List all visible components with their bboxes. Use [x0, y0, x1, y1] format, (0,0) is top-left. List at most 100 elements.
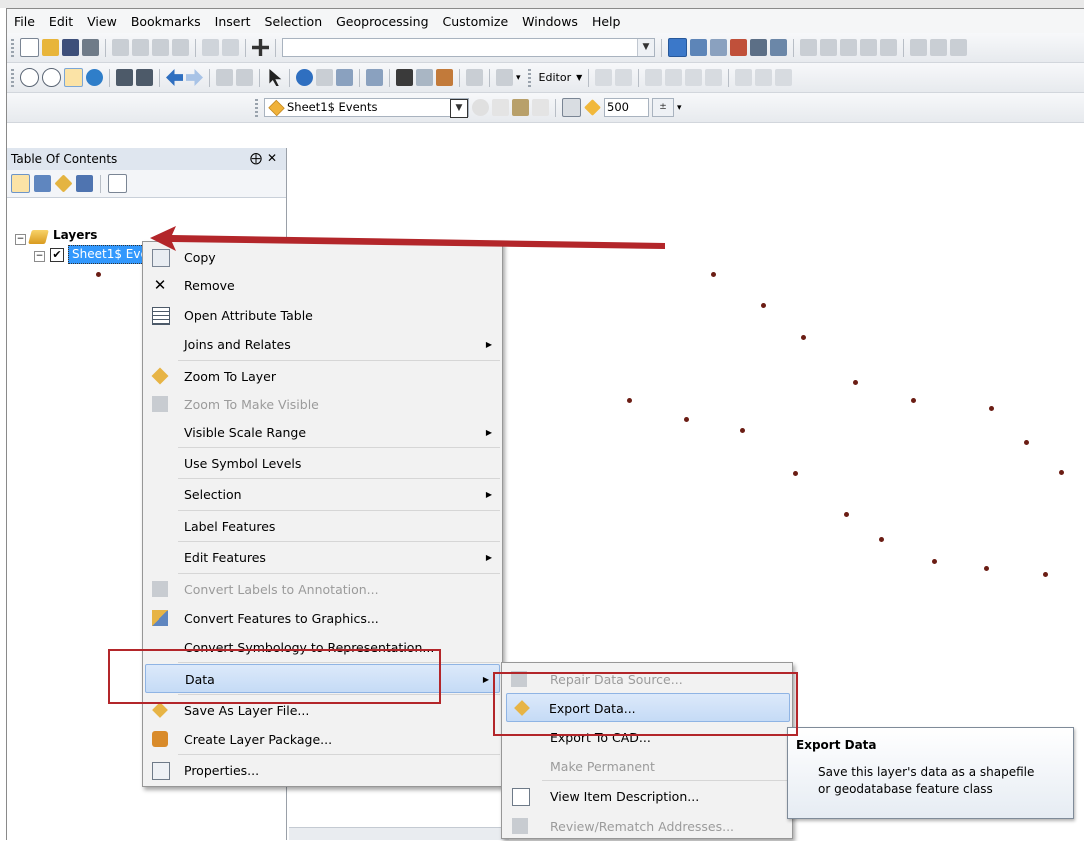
menu-bookmarks[interactable]: Bookmarks: [124, 14, 208, 29]
layout-tool3-icon[interactable]: [860, 39, 877, 56]
layers-root-label[interactable]: Layers: [53, 228, 97, 242]
clear-selection-icon[interactable]: [236, 69, 253, 86]
fixed-zoom-in-icon[interactable]: [116, 69, 133, 86]
flicker-icon[interactable]: [532, 99, 549, 116]
swipe-icon[interactable]: [512, 99, 529, 116]
select-elements-icon[interactable]: [269, 69, 282, 86]
menu-item-visible-scale-range[interactable]: Visible Scale Range ▶: [143, 418, 502, 447]
time-slider-icon[interactable]: [466, 69, 483, 86]
redo-icon[interactable]: [222, 39, 239, 56]
model-builder-icon[interactable]: [800, 39, 817, 56]
menu-customize[interactable]: Customize: [436, 14, 516, 29]
trace-icon[interactable]: [685, 69, 703, 86]
scale-spinner[interactable]: ±: [652, 98, 674, 117]
pin-icon[interactable]: ⨁: [250, 151, 262, 165]
layout-tool4-icon[interactable]: [880, 39, 897, 56]
close-icon[interactable]: ✕: [267, 151, 277, 165]
toolbar-grip[interactable]: [11, 68, 14, 87]
menu-item-open-attribute-table[interactable]: Open Attribute Table: [143, 301, 502, 330]
undo-icon[interactable]: [202, 39, 219, 56]
straight-segment-icon[interactable]: [645, 69, 663, 86]
python-icon[interactable]: [770, 39, 787, 56]
menu-selection[interactable]: Selection: [258, 14, 330, 29]
collapse-layers-icon[interactable]: −: [15, 234, 26, 245]
back-icon[interactable]: [166, 69, 183, 86]
contrast-icon[interactable]: [472, 99, 489, 116]
toc-options-icon[interactable]: [108, 174, 127, 193]
save-icon[interactable]: [62, 39, 79, 56]
layer-combo[interactable]: Sheet1$ Events ▼: [264, 98, 469, 118]
layout-tool2-icon[interactable]: [840, 39, 857, 56]
menu-help[interactable]: Help: [585, 14, 628, 29]
toolbar-grip[interactable]: [11, 38, 14, 57]
edit-annotation-icon[interactable]: [615, 69, 633, 86]
print-icon[interactable]: [82, 39, 99, 56]
zoom-in-icon[interactable]: [20, 68, 39, 87]
new-document-icon[interactable]: [20, 38, 39, 57]
brightness-icon[interactable]: [492, 99, 509, 116]
menu-item-view-item-description[interactable]: View Item Description...: [502, 782, 792, 811]
scale-combo[interactable]: ▼: [282, 38, 655, 57]
list-by-visibility-icon[interactable]: [54, 174, 73, 193]
menu-item-zoom-to-layer[interactable]: Zoom To Layer: [143, 362, 502, 391]
editor-toolbar-icon[interactable]: [668, 38, 687, 57]
hyperlink-icon[interactable]: [316, 69, 333, 86]
cut-polygons-icon[interactable]: [775, 69, 793, 86]
menu-item-use-symbol-levels[interactable]: Use Symbol Levels: [143, 449, 502, 478]
menu-file[interactable]: File: [7, 14, 42, 29]
layer-visibility-checkbox[interactable]: ✔: [50, 248, 64, 262]
menu-item-remove[interactable]: ✕ Remove: [143, 271, 502, 300]
zoom-out-icon[interactable]: [42, 68, 61, 87]
go-to-xy-icon[interactable]: [436, 69, 453, 86]
edit-tool-icon[interactable]: [595, 69, 613, 86]
menu-edit[interactable]: Edit: [42, 14, 80, 29]
layout-tool5-icon[interactable]: [910, 39, 927, 56]
scale-input-icon[interactable]: [562, 98, 581, 117]
find-icon[interactable]: [396, 69, 413, 86]
identify-icon[interactable]: [296, 69, 313, 86]
reference-scale-icon[interactable]: [584, 99, 601, 116]
editor-dropdown-icon[interactable]: ▼: [576, 73, 582, 82]
menu-item-create-layer-package[interactable]: Create Layer Package...: [143, 725, 502, 754]
measure-icon[interactable]: [366, 69, 383, 86]
select-features-icon[interactable]: [216, 69, 233, 86]
menu-view[interactable]: View: [80, 14, 124, 29]
viewer-icon[interactable]: [496, 69, 513, 86]
layout-tool-icon[interactable]: [820, 39, 837, 56]
list-by-drawing-order-icon[interactable]: [11, 174, 30, 193]
end-point-arc-icon[interactable]: [665, 69, 683, 86]
fixed-zoom-out-icon[interactable]: [136, 69, 153, 86]
menu-insert[interactable]: Insert: [208, 14, 258, 29]
forward-icon[interactable]: [186, 69, 203, 86]
table-of-contents-icon[interactable]: [690, 39, 707, 56]
menu-item-properties[interactable]: Properties...: [143, 756, 502, 785]
cut-icon[interactable]: [112, 39, 129, 56]
menu-windows[interactable]: Windows: [515, 14, 585, 29]
edit-vertices-icon[interactable]: [735, 69, 753, 86]
layout-tool6-icon[interactable]: [930, 39, 947, 56]
menu-item-selection[interactable]: Selection ▶: [143, 480, 502, 509]
arctoolbox-icon[interactable]: [750, 39, 767, 56]
html-popup-icon[interactable]: [336, 69, 353, 86]
menu-geoprocessing[interactable]: Geoprocessing: [329, 14, 435, 29]
find-route-icon[interactable]: [416, 69, 433, 86]
catalog-icon[interactable]: [710, 39, 727, 56]
menu-item-edit-features[interactable]: Edit Features ▶: [143, 543, 502, 572]
delete-icon[interactable]: [172, 39, 189, 56]
menu-item-convert-features-to-graphics[interactable]: Convert Features to Graphics...: [143, 604, 502, 633]
point-icon[interactable]: [705, 69, 723, 86]
menu-item-label-features[interactable]: Label Features: [143, 512, 502, 541]
list-by-source-icon[interactable]: [34, 175, 51, 192]
paste-icon[interactable]: [152, 39, 169, 56]
layout-tool7-icon[interactable]: [950, 39, 967, 56]
copy-toolbar-icon[interactable]: [132, 39, 149, 56]
menu-item-joins-and-relates[interactable]: Joins and Relates ▶: [143, 330, 502, 359]
open-folder-icon[interactable]: [42, 39, 59, 56]
pan-icon[interactable]: [64, 68, 83, 87]
search-window-icon[interactable]: [730, 39, 747, 56]
reshape-icon[interactable]: [755, 69, 773, 86]
editor-menu[interactable]: Editor: [537, 71, 574, 84]
collapse-layer-icon[interactable]: −: [34, 251, 45, 262]
add-data-icon[interactable]: [252, 39, 269, 56]
scale-value-input[interactable]: 500: [604, 98, 649, 117]
